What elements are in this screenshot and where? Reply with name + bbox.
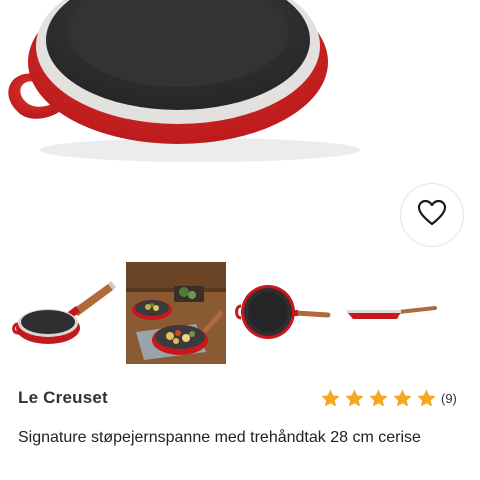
thumbnail-pan-side-view[interactable]	[10, 262, 120, 364]
star-icon	[345, 389, 364, 407]
image-gallery	[0, 262, 480, 366]
favorite-button[interactable]	[400, 183, 464, 247]
product-hero-image[interactable]	[0, 0, 480, 180]
review-count[interactable]: (9)	[441, 391, 457, 406]
thumbnail-pan-top-view[interactable]	[232, 262, 337, 364]
product-title: Signature støpejernspanne med trehåndtak…	[18, 429, 421, 446]
product-brand[interactable]: Le Creuset	[18, 388, 108, 408]
star-icon	[369, 389, 388, 407]
thumbnail-pan-profile-view[interactable]	[343, 262, 448, 364]
heart-icon	[417, 199, 447, 232]
thumbnail-pan-lifestyle-food[interactable]	[126, 262, 226, 364]
star-icon	[321, 389, 340, 407]
star-icon	[393, 389, 412, 407]
product-rating[interactable]: (9)	[320, 388, 457, 409]
star-icon	[417, 389, 436, 407]
